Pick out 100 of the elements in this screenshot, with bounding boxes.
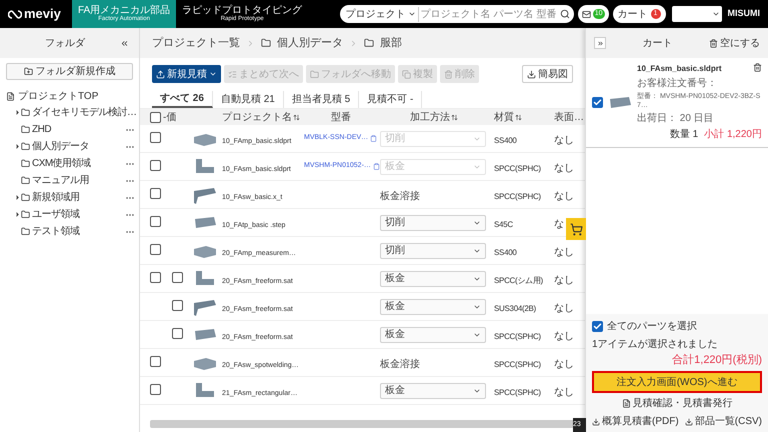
surface-cell: な xyxy=(554,218,564,230)
material-cell: SPCC(SPHC) xyxy=(494,360,541,368)
sort-icon[interactable] xyxy=(515,114,522,120)
toolbar-button[interactable]: 新規見積 xyxy=(152,65,221,83)
sort-icon[interactable] xyxy=(293,114,300,120)
search-field[interactable]: プロジェクト プロジェクト名 パーツ名 型番 xyxy=(340,5,574,23)
filter-tab[interactable]: 見積不可 - xyxy=(359,91,422,108)
folder-icon xyxy=(310,70,319,78)
folder-icon xyxy=(21,125,30,134)
material-cell: SPCC(SPHC) xyxy=(494,388,541,396)
method-select[interactable]: 板金 xyxy=(380,326,486,342)
expand-icon[interactable] xyxy=(14,143,21,150)
folder-item[interactable]: マニュアル用 xyxy=(32,173,125,188)
download-link[interactable]: 概算見積書(PDF) xyxy=(592,414,679,429)
empty-cart-button[interactable]: 空にする xyxy=(709,36,760,50)
column-header[interactable]: 材質 xyxy=(494,110,514,124)
cart-item-name: 10_FAsm_basic.sldprt xyxy=(637,63,722,75)
collapse-icon xyxy=(596,40,604,46)
download-link[interactable]: 部品一覧(CSV) xyxy=(684,414,762,429)
row-checkbox[interactable] xyxy=(150,216,161,226)
chevron-icon xyxy=(246,38,255,48)
sub-row-checkbox[interactable] xyxy=(172,300,183,310)
quote-confirm-link[interactable]: 見積確認・見積書発行 xyxy=(632,396,732,411)
cart-label: カート xyxy=(618,8,648,22)
row-checkbox[interactable] xyxy=(150,132,161,142)
method-select[interactable]: 切削 xyxy=(380,242,486,258)
filter-tab[interactable]: 自動見積 21 xyxy=(212,91,284,108)
select-all-checkbox[interactable] xyxy=(150,112,161,122)
trash-icon xyxy=(709,38,718,48)
caret-icon xyxy=(712,10,720,18)
folder-item[interactable]: ZHD xyxy=(32,122,125,137)
method-select[interactable]: 切削 xyxy=(380,214,486,230)
new-folder-button[interactable]: フォルダ新規作成 xyxy=(6,63,133,80)
sub-row-checkbox[interactable] xyxy=(172,272,183,282)
row-checkbox[interactable] xyxy=(150,272,161,282)
download-icon xyxy=(684,418,693,426)
caret-icon xyxy=(209,70,217,78)
tree-root[interactable]: プロジェクトTOP xyxy=(18,88,98,104)
row-checkbox[interactable] xyxy=(150,384,161,394)
material-cell: SUS304(2B) xyxy=(494,304,536,312)
folder-item[interactable]: テスト領域 xyxy=(32,224,125,239)
material-cell: SPCC(シム用) xyxy=(494,276,543,284)
expand-icon[interactable] xyxy=(14,109,21,116)
quantity: 数量 1 xyxy=(670,128,698,142)
folder-item[interactable]: ユーザ領域 xyxy=(32,207,125,222)
clipboard-icon[interactable] xyxy=(372,163,380,170)
clipboard-icon[interactable] xyxy=(370,135,378,142)
folder-item[interactable]: 個人別データ xyxy=(32,139,125,154)
caret-icon xyxy=(408,10,416,18)
breadcrumb-item[interactable]: プロジェクト一覧 xyxy=(152,34,240,52)
breadcrumb-item[interactable]: 個人別データ xyxy=(277,34,343,52)
sub-row-checkbox[interactable] xyxy=(172,328,183,338)
column-header[interactable]: プロジェクト名 xyxy=(222,110,292,124)
surface-cell: なし xyxy=(554,302,574,314)
trash-icon[interactable] xyxy=(753,63,762,72)
folder-item[interactable]: 新規領域用 xyxy=(32,190,125,205)
folder-icon xyxy=(21,159,30,168)
breadcrumb-item[interactable]: 服部 xyxy=(380,34,402,52)
method-select[interactable]: 板金 xyxy=(380,382,486,398)
folder-icon xyxy=(21,193,30,202)
folder-icon xyxy=(21,227,30,236)
row-checkbox[interactable] xyxy=(150,356,161,366)
chevron-icon xyxy=(349,38,358,48)
expand-icon[interactable] xyxy=(14,211,21,218)
brand-logo: MISUMI xyxy=(728,7,760,20)
filter-tab[interactable]: 担当者見積 5 xyxy=(284,91,360,108)
folder-item[interactable]: ダイセキリモデル検討… xyxy=(32,105,136,120)
expand-icon[interactable] xyxy=(14,194,21,201)
export-button[interactable]: 簡易図 xyxy=(522,65,573,83)
method-select[interactable]: 板金 xyxy=(380,270,486,286)
collapse-icon[interactable] xyxy=(120,38,129,48)
mail-icon xyxy=(582,10,591,18)
sort-icon[interactable] xyxy=(451,114,458,120)
select-all-parts-checkbox[interactable] xyxy=(592,320,603,332)
column-header: 表面… xyxy=(554,112,584,122)
collapse-cart-button[interactable] xyxy=(594,37,606,49)
folder-icon xyxy=(21,108,30,117)
select-all-label: 全てのパーツを選択 xyxy=(607,320,697,334)
horizontal-scrollbar[interactable] xyxy=(150,420,575,428)
floating-cart-button[interactable] xyxy=(566,218,586,240)
trash-icon xyxy=(444,70,453,78)
logo[interactable]: meviy xyxy=(0,4,72,24)
cart-icon xyxy=(570,222,582,236)
upload-icon xyxy=(156,70,165,78)
subtotal: 小計 1,220円 xyxy=(704,128,762,142)
column-header[interactable]: 加工方法 xyxy=(410,110,450,124)
row-checkbox[interactable] xyxy=(150,244,161,254)
search-icon[interactable] xyxy=(560,9,570,19)
row-checkbox[interactable] xyxy=(150,188,161,198)
order-button[interactable]: 注文入力画面(WOS)へ進む xyxy=(592,371,762,393)
download-icon xyxy=(592,418,600,426)
cart-item-checkbox[interactable] xyxy=(592,97,603,108)
surface-cell: なし xyxy=(554,330,574,342)
material-cell: SPCC(SPHC) xyxy=(494,332,541,340)
folder-icon xyxy=(261,38,271,48)
folder-item[interactable]: CXM使用領域 xyxy=(32,156,125,171)
method-select[interactable]: 板金 xyxy=(380,298,486,314)
copy-icon xyxy=(402,70,411,78)
row-checkbox[interactable] xyxy=(150,160,161,170)
surface-cell: なし xyxy=(554,386,574,398)
